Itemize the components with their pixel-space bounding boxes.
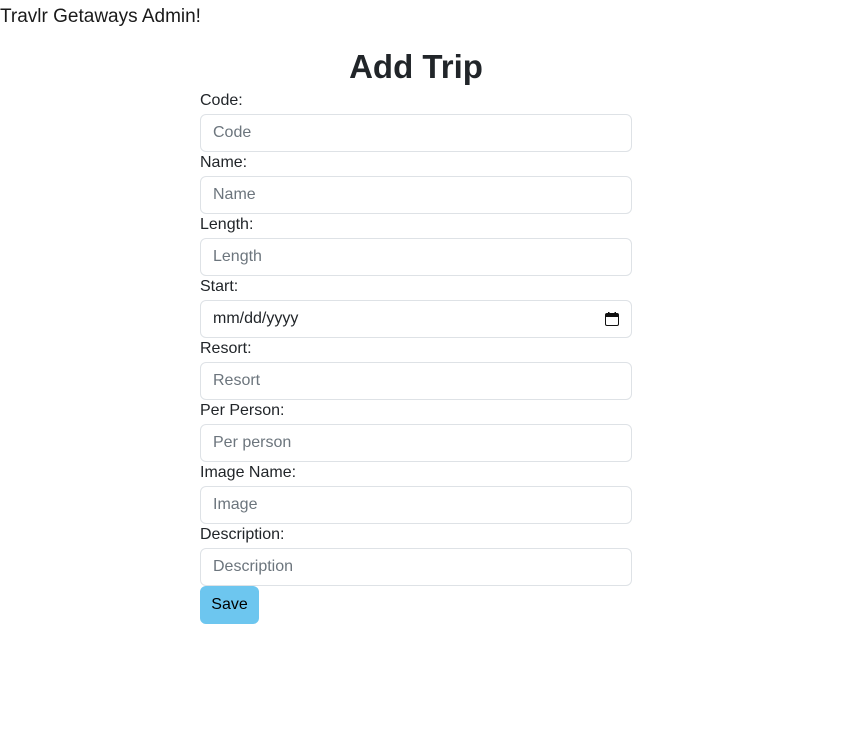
resort-input[interactable]	[200, 362, 632, 400]
code-label: Code:	[200, 92, 243, 109]
description-label: Description:	[200, 526, 285, 543]
code-input[interactable]	[200, 114, 632, 152]
resort-field-group: Resort:	[200, 338, 632, 400]
image-field-group: Image Name:	[200, 462, 632, 524]
resort-label: Resort:	[200, 340, 252, 357]
description-input[interactable]	[200, 548, 632, 586]
name-input[interactable]	[200, 176, 632, 214]
add-trip-form: Add Trip Code: Name: Length: Start: mm/d…	[200, 44, 632, 624]
length-input[interactable]	[200, 238, 632, 276]
per-person-label: Per Person:	[200, 402, 285, 419]
save-button[interactable]: Save	[200, 586, 259, 624]
per-person-field-group: Per Person:	[200, 400, 632, 462]
code-field-group: Code:	[200, 90, 632, 152]
start-label: Start:	[200, 278, 239, 295]
start-date-value: mm/dd/yyyy	[213, 310, 299, 327]
calendar-icon[interactable]	[605, 312, 619, 326]
image-input[interactable]	[200, 486, 632, 524]
image-label: Image Name:	[200, 464, 297, 481]
description-field-group: Description:	[200, 524, 632, 586]
length-label: Length:	[200, 216, 254, 233]
name-label: Name:	[200, 154, 248, 171]
start-date-input[interactable]: mm/dd/yyyy	[200, 300, 632, 338]
length-field-group: Length:	[200, 214, 632, 276]
name-field-group: Name:	[200, 152, 632, 214]
app-header-title: Travlr Getaways Admin!	[0, 6, 201, 27]
per-person-input[interactable]	[200, 424, 632, 462]
page-title: Add Trip	[349, 48, 483, 85]
start-field-group: Start: mm/dd/yyyy	[200, 276, 632, 338]
